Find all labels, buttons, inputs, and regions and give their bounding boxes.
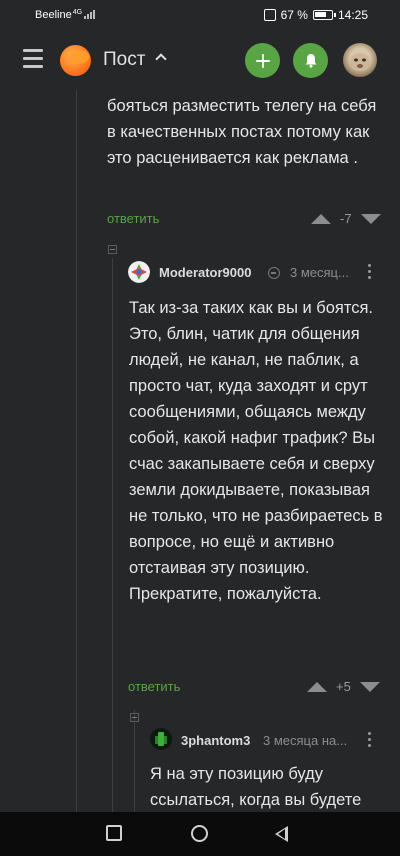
collapse-thread-button[interactable] — [130, 713, 139, 722]
network-type: 4G — [72, 9, 83, 16]
thread-line — [76, 90, 77, 812]
status-bar: Beeline4G 67 % 14:25 — [0, 0, 400, 30]
comment-time: 3 месяц... — [290, 265, 349, 280]
app-bar: Пост — [0, 30, 400, 90]
comment-text: бояться разместить телегу на себя в каче… — [107, 97, 377, 167]
vote-controls: -7 — [311, 211, 381, 226]
thread-line — [134, 710, 135, 812]
more-icon[interactable] — [368, 732, 372, 750]
comment-author[interactable]: Moderator9000 — [159, 265, 251, 280]
downvote-icon[interactable] — [359, 681, 380, 692]
carrier-info: Beeline4G — [35, 9, 96, 22]
vote-controls: +5 — [307, 679, 380, 694]
comment-time: 3 месяца на... — [263, 733, 348, 748]
rating: -7 — [340, 211, 352, 226]
reply-button[interactable]: ответить — [128, 679, 180, 694]
comment-avatar[interactable] — [150, 728, 172, 750]
status-right: 67 % 14:25 — [263, 8, 368, 22]
comment-text: Я на эту позицию буду ссылаться, когда в… — [150, 765, 362, 809]
bell-icon — [305, 54, 316, 68]
add-post-button[interactable] — [245, 43, 280, 78]
upvote-icon[interactable] — [307, 681, 327, 692]
rating: +5 — [336, 679, 351, 694]
comment-text: Так из-за таких как вы и боятся. Это, бл… — [129, 299, 383, 603]
thread-line — [112, 258, 113, 812]
notifications-button[interactable] — [293, 43, 328, 78]
status-icon — [268, 267, 280, 279]
battery-percent: 67 % — [280, 8, 308, 22]
vibrate-icon — [263, 9, 276, 21]
signal-icon — [84, 10, 96, 22]
page-title[interactable]: Пост — [103, 49, 145, 71]
upvote-icon[interactable] — [311, 213, 331, 224]
carrier-name: Beeline — [35, 9, 72, 21]
avatar[interactable] — [343, 43, 377, 77]
comment-avatar[interactable] — [128, 261, 150, 283]
hamburger-icon[interactable] — [23, 49, 43, 71]
logo-icon[interactable] — [60, 45, 91, 76]
back-icon[interactable] — [275, 826, 288, 842]
plus-icon — [255, 53, 270, 68]
chevron-up-icon[interactable] — [155, 53, 167, 65]
reply-button[interactable]: ответить — [107, 211, 159, 226]
home-icon[interactable] — [191, 825, 208, 842]
more-icon[interactable] — [368, 264, 372, 282]
comment-author[interactable]: 3phantom3 — [181, 733, 250, 748]
system-nav-bar — [0, 812, 400, 856]
recent-apps-icon[interactable] — [106, 825, 122, 841]
clock: 14:25 — [337, 8, 368, 22]
downvote-icon[interactable] — [360, 213, 381, 224]
comments-thread: бояться разместить телегу на себя в каче… — [0, 90, 400, 812]
battery-icon — [312, 10, 336, 20]
collapse-thread-button[interactable] — [108, 245, 117, 254]
